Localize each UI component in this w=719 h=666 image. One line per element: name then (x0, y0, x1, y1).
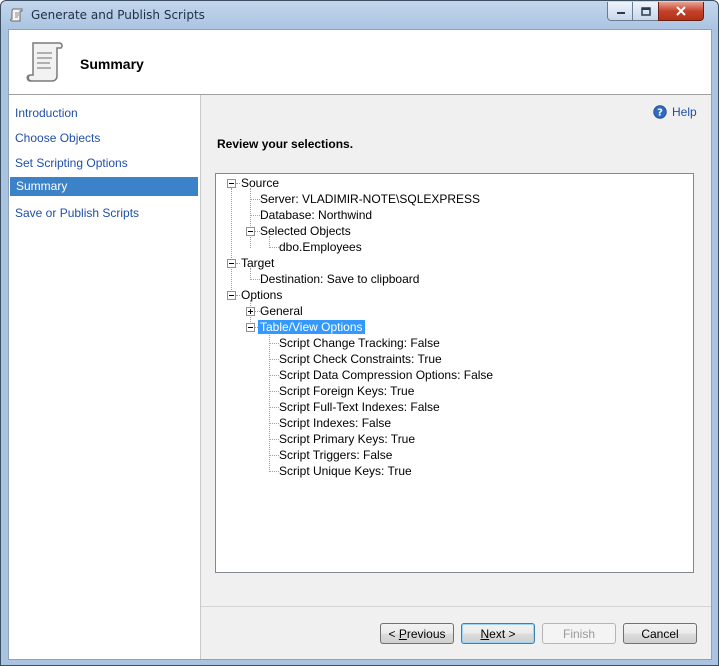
nav-item-summary[interactable]: Summary (10, 177, 198, 196)
tree-node-option-item[interactable]: Script Data Compression Options: False (279, 368, 493, 382)
tree-node-option-item[interactable]: Script Triggers: False (279, 448, 392, 462)
collapse-table-view-options-toggle[interactable] (246, 323, 255, 332)
tree-node-database[interactable]: Database: Northwind (260, 208, 372, 222)
tree-line (269, 359, 279, 360)
help-label: Help (672, 105, 697, 119)
tree-node-table-view-options[interactable]: Table/View Options (258, 320, 365, 334)
title-bar[interactable]: Generate and Publish Scripts (1, 1, 718, 29)
page-title: Summary (80, 56, 144, 72)
tree-line (236, 295, 240, 296)
tree-line (269, 455, 279, 456)
wizard-nav: Introduction Choose Objects Set Scriptin… (9, 95, 201, 659)
previous-label-rest: revious (406, 627, 446, 641)
nav-item-save-or-publish-scripts[interactable]: Save or Publish Scripts (9, 204, 198, 223)
scroll-icon (26, 42, 63, 82)
tree-node-option-item[interactable]: Script Primary Keys: True (279, 432, 415, 446)
page-header: Summary (9, 30, 711, 95)
tree-node-options[interactable]: Options (241, 288, 282, 302)
tree-line (269, 247, 279, 248)
review-heading: Review your selections. (217, 137, 354, 151)
tree-line (250, 215, 260, 216)
nav-item-introduction[interactable]: Introduction (9, 104, 198, 123)
tree-line (250, 199, 260, 200)
tree-line (236, 263, 240, 264)
finish-button[interactable]: Finish (542, 623, 616, 644)
window-title: Generate and Publish Scripts (31, 8, 205, 22)
tree-line (269, 343, 279, 344)
wizard-window: Generate and Publish Scripts Summary Int… (0, 0, 719, 666)
tree-line (250, 279, 260, 280)
tree-node-server[interactable]: Server: VLADIMIR-NOTE\SQLEXPRESS (260, 192, 480, 206)
cancel-button[interactable]: Cancel (623, 623, 697, 644)
tree-node-option-item[interactable]: Script Unique Keys: True (279, 464, 412, 478)
tree-line (236, 183, 240, 184)
svg-text:?: ? (657, 108, 663, 119)
tree-line (250, 188, 251, 248)
help-link[interactable]: ? Help (653, 103, 697, 121)
scroll-icon (10, 8, 23, 22)
close-button[interactable] (658, 2, 704, 21)
close-icon (676, 6, 686, 16)
tree-node-target[interactable]: Target (241, 256, 274, 270)
help-icon: ? (653, 105, 667, 119)
maximize-button[interactable] (632, 2, 660, 21)
tree-line (231, 188, 232, 296)
tree-node-option-item[interactable]: Script Indexes: False (279, 416, 391, 430)
next-button[interactable]: Next > (461, 623, 535, 644)
nav-item-set-scripting-options[interactable]: Set Scripting Options (9, 154, 198, 173)
collapse-options-toggle[interactable] (227, 291, 236, 300)
next-mnemonic: N (480, 627, 490, 641)
dialog-client-area: Summary Introduction Choose Objects Set … (8, 29, 712, 660)
tree-node-option-item[interactable]: Script Check Constraints: True (279, 352, 442, 366)
tree-line (269, 407, 279, 408)
tree-line (269, 471, 279, 472)
nav-item-choose-objects[interactable]: Choose Objects (9, 129, 198, 148)
tree-line (269, 375, 279, 376)
collapse-source-toggle[interactable] (227, 179, 236, 188)
next-label-rest: ext > (489, 627, 516, 641)
expand-general-toggle[interactable] (246, 307, 255, 316)
tree-line (269, 332, 270, 472)
tree-node-general[interactable]: General (260, 304, 303, 318)
tree-node-selected-objects[interactable]: Selected Objects (260, 224, 351, 238)
tree-node-source[interactable]: Source (241, 176, 279, 190)
tree-node-destination[interactable]: Destination: Save to clipboard (260, 272, 419, 286)
minimize-button[interactable] (607, 2, 634, 21)
tree-line (269, 391, 279, 392)
collapse-target-toggle[interactable] (227, 259, 236, 268)
tree-node-option-item[interactable]: Script Change Tracking: False (279, 336, 440, 350)
tree-line (269, 439, 279, 440)
minimize-icon (616, 12, 625, 14)
tree-line (269, 423, 279, 424)
previous-mnemonic: P (398, 627, 407, 641)
previous-button[interactable]: < Previous (380, 623, 454, 644)
collapse-selected-objects-toggle[interactable] (246, 227, 255, 236)
tree-node-employees[interactable]: dbo.Employees (279, 240, 362, 254)
button-bar-separator (201, 606, 711, 607)
tree-node-option-item[interactable]: Script Full-Text Indexes: False (279, 400, 440, 414)
previous-prefix: < (388, 627, 399, 641)
maximize-icon (641, 6, 651, 16)
summary-tree[interactable]: Source Server: VLADIMIR-NOTE\SQLEXPRESS … (215, 173, 694, 573)
tree-node-option-item[interactable]: Script Foreign Keys: True (279, 384, 414, 398)
